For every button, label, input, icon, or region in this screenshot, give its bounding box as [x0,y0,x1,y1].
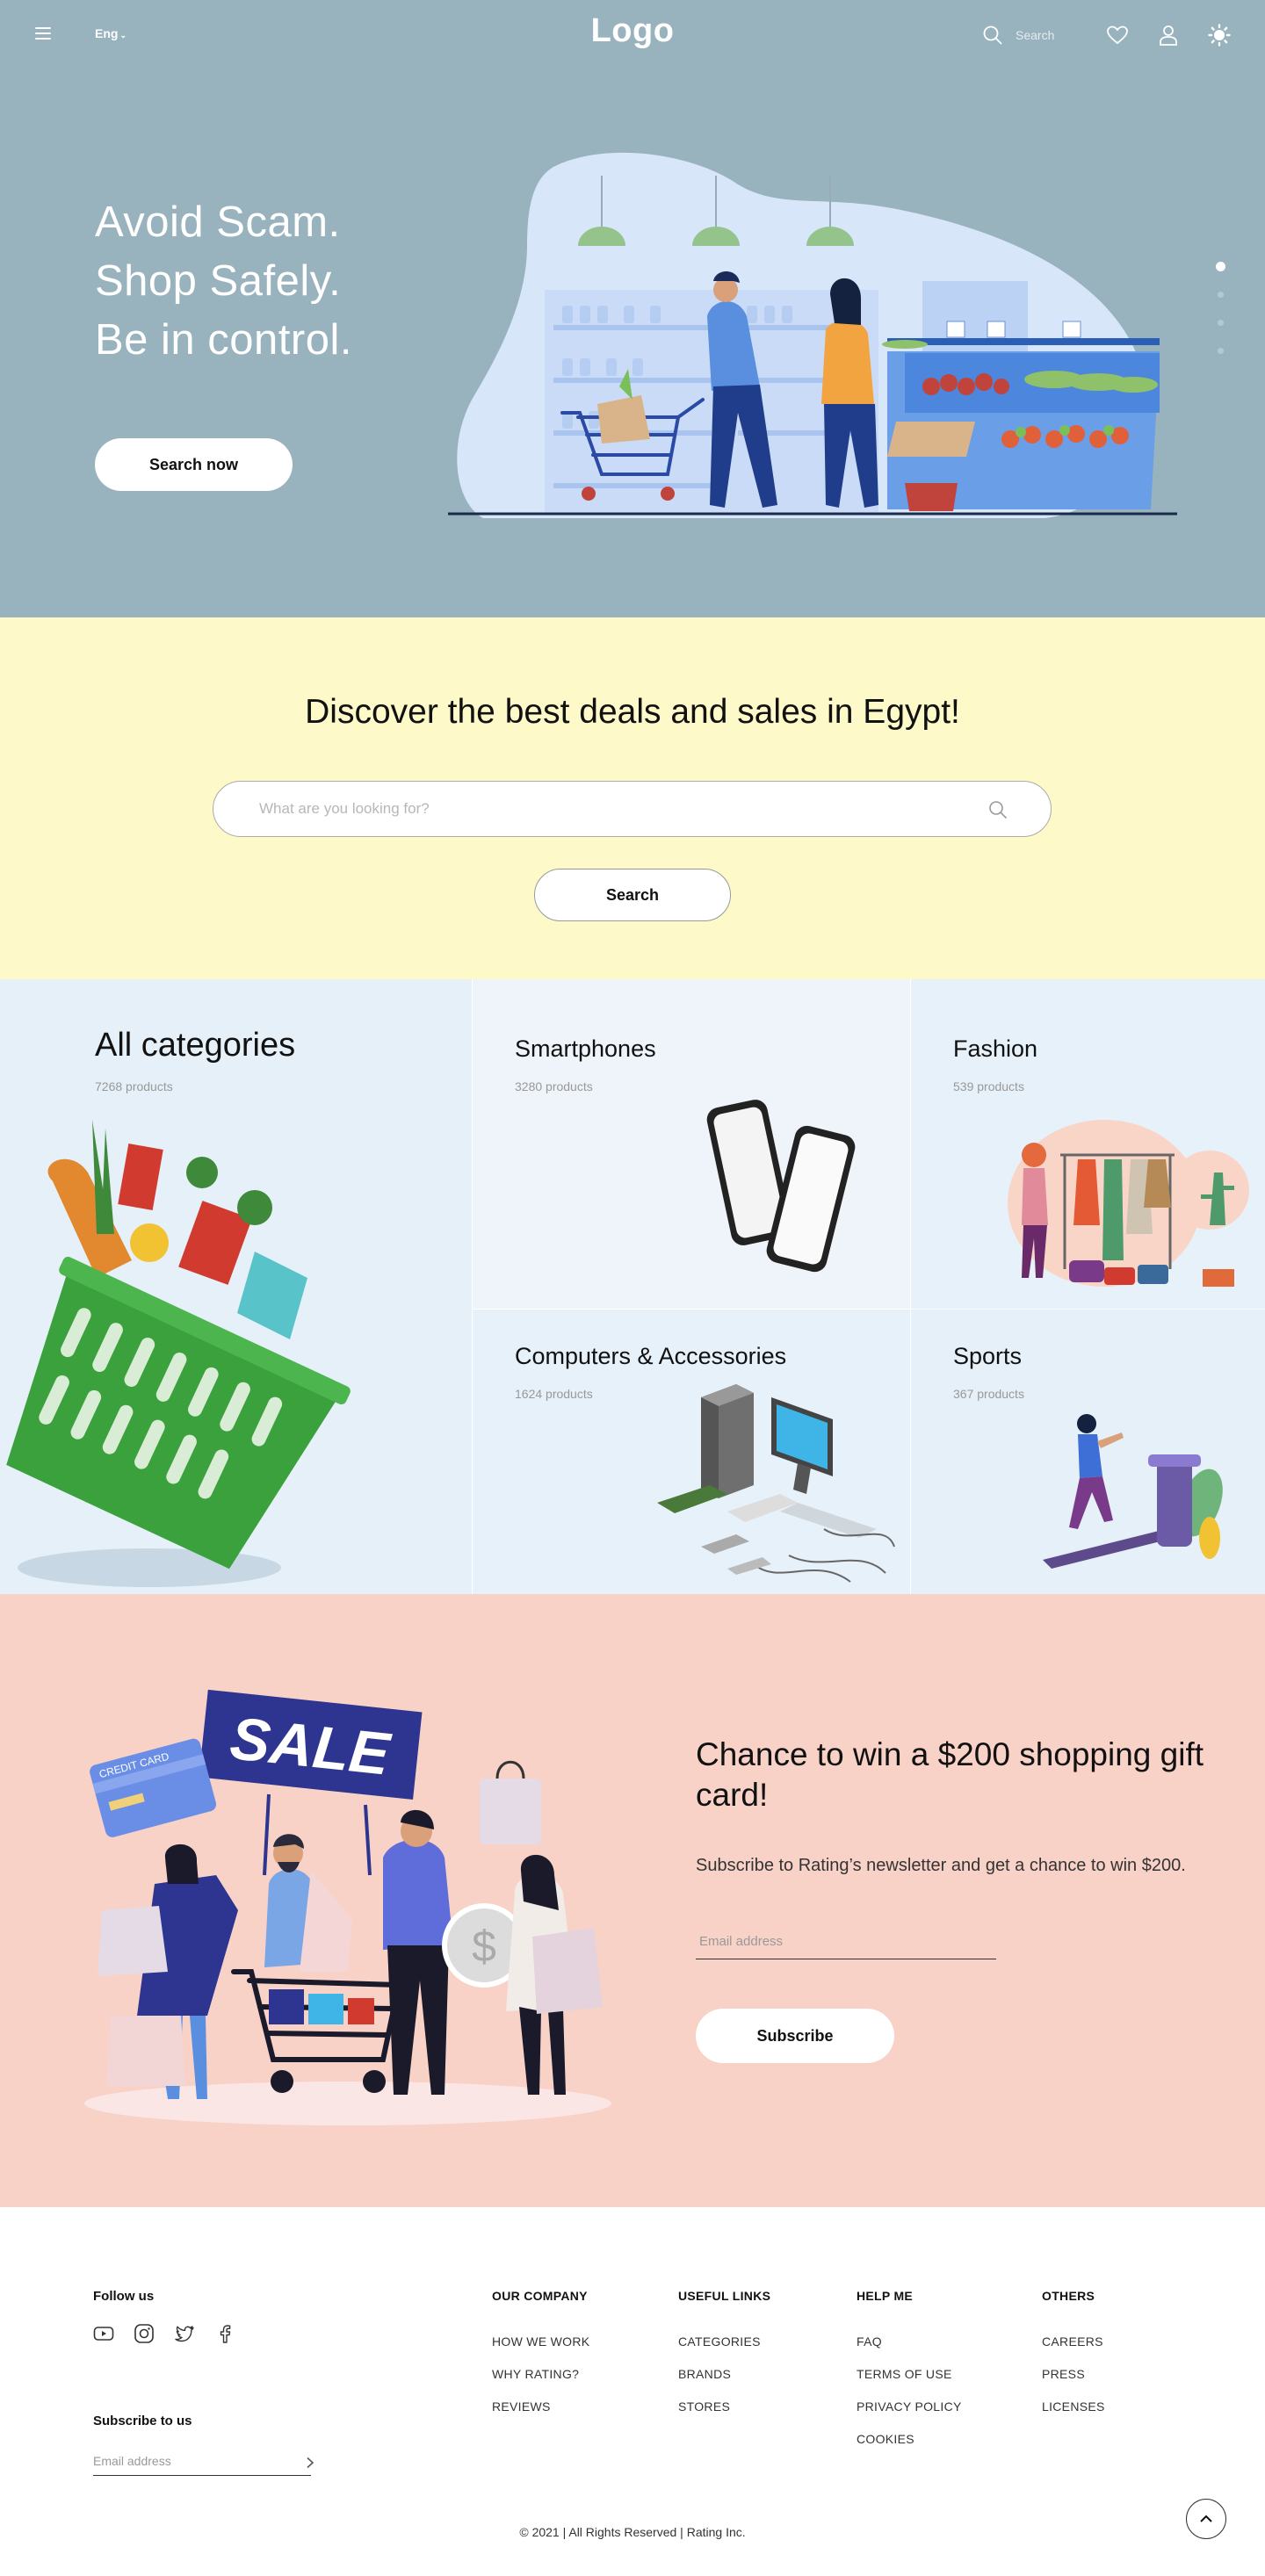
logo-text[interactable]: Logo [591,12,675,49]
search-icon [983,25,1002,45]
category-name: Smartphones [515,1035,656,1062]
category-name: Fashion [953,1035,1038,1062]
hero-headline: Avoid Scam. Shop Safely. Be in control. [95,193,352,370]
header-search-placeholder: Search [1016,28,1055,42]
theme-toggle-icon[interactable] [1207,23,1232,47]
facebook-icon[interactable] [214,2323,235,2344]
footer-link[interactable]: COOKIES [857,2423,962,2456]
user-icon[interactable] [1156,23,1181,47]
follow-us-title: Follow us [93,2289,155,2304]
category-card-smartphones[interactable]: Smartphones 3280 products [473,979,910,1309]
promo-email-input[interactable] [696,1924,996,1959]
subscribe-button[interactable]: Subscribe [696,2009,894,2063]
promo-title: Chance to win a $200 shopping gift card! [696,1736,1204,1813]
footer-link[interactable]: CAREERS [1042,2326,1105,2358]
grocery-basket-illustration [6,1120,351,1587]
header-search[interactable]: Search [982,23,1081,47]
hero-line-1: Avoid Scam. [95,198,341,246]
newsletter-promo-section: SALE CREDIT CARD $ Chance to win a $200 … [0,1594,1265,2207]
category-name: Sports [953,1343,1023,1369]
footer-link[interactable]: WHY RATING? [492,2358,589,2391]
chevron-up-icon [1200,2515,1212,2522]
category-count: 539 products [953,1079,1024,1093]
category-count: 3280 products [515,1079,593,1093]
deals-search-button[interactable]: Search [534,869,731,921]
category-count: 7268 products [95,1079,173,1093]
heart-icon[interactable] [1105,23,1130,47]
footer-column-title: OUR COMPANY [492,2289,588,2303]
menu-icon[interactable] [33,25,54,42]
footer-column-our-company: OUR COMPANY HOW WE WORK WHY RATING? REVI… [492,2289,589,2423]
footer-column-title: OTHERS [1042,2289,1095,2303]
footer: Follow us Subscribe to us OUR COMPANY HO… [0,2207,1265,2576]
deals-search-box [213,781,1052,837]
category-card-all[interactable]: All categories 7268 products [0,979,472,1594]
language-label: Eng [95,26,119,40]
social-links [93,2323,235,2344]
carousel-dot[interactable] [1218,320,1224,326]
footer-link[interactable]: LICENSES [1042,2391,1105,2423]
top-header: Eng ⌄ Logo Search [0,0,1265,70]
category-count: 1624 products [515,1387,593,1401]
category-card-sports[interactable]: Sports 367 products [911,1310,1265,1594]
categories-section: All categories 7268 products Smartphones… [0,979,1265,1594]
footer-column-help-me: HELP ME FAQ TERMS OF USE PRIVACY POLICY … [857,2289,962,2456]
footer-column-others: OTHERS CAREERS PRESS LICENSES [1042,2289,1105,2423]
youtube-icon[interactable] [93,2323,114,2344]
supermarket-illustration [448,152,1177,518]
search-icon[interactable] [987,799,1008,820]
smartphones-illustration [706,1100,856,1273]
footer-column-useful-links: USEFUL LINKS CATEGORIES BRANDS STORES [678,2289,770,2423]
treadmill-illustration [1043,1414,1223,1569]
subscribe-us-title: Subscribe to us [93,2414,192,2428]
svg-text:$: $ [472,1922,496,1971]
hero-section: Eng ⌄ Logo Search Avoid Scam. Shop Safely… [0,0,1265,617]
footer-link[interactable]: REVIEWS [492,2391,589,2423]
deals-search-input[interactable] [259,782,962,836]
footer-link[interactable]: STORES [678,2391,770,2423]
search-now-button[interactable]: Search now [95,438,293,491]
footer-link[interactable]: HOW WE WORK [492,2326,589,2358]
deals-section: Discover the best deals and sales in Egy… [0,617,1265,979]
footer-link[interactable]: BRANDS [678,2358,770,2391]
language-selector[interactable]: Eng ⌄ [95,26,126,40]
carousel-dot[interactable] [1218,348,1224,354]
carousel-dot[interactable] [1216,262,1225,271]
category-count: 367 products [953,1387,1024,1401]
instagram-icon[interactable] [134,2323,155,2344]
category-card-fashion[interactable]: Fashion 539 products [911,979,1265,1309]
computers-illustration [657,1384,895,1583]
promo-description: Subscribe to Rating’s newsletter and get… [696,1856,1186,1875]
chevron-right-icon[interactable] [304,2457,316,2469]
footer-link[interactable]: CATEGORIES [678,2326,770,2358]
footer-link[interactable]: PRESS [1042,2358,1105,2391]
category-name: Computers & Accessories [515,1343,787,1369]
fashion-illustration [1008,1120,1249,1287]
carousel-dot[interactable] [1218,292,1224,298]
footer-link[interactable]: TERMS OF USE [857,2358,962,2391]
footer-column-title: USEFUL LINKS [678,2289,771,2303]
back-to-top-button[interactable] [1186,2499,1226,2539]
hero-line-2: Shop Safely. [95,257,342,305]
footer-email-input[interactable] [93,2446,311,2476]
sale-shoppers-illustration: SALE CREDIT CARD $ [84,1689,611,2125]
category-name: All categories [95,1027,296,1064]
copyright-text: © 2021 | All Rights Reserved | Rating In… [519,2525,746,2539]
footer-link[interactable]: PRIVACY POLICY [857,2391,962,2423]
category-card-computers-accessories[interactable]: Computers & Accessories 1624 products [473,1310,910,1594]
chevron-down-icon: ⌄ [119,31,126,40]
hero-line-3: Be in control. [95,316,352,364]
footer-column-title: HELP ME [857,2289,914,2303]
footer-link[interactable]: FAQ [857,2326,962,2358]
twitter-icon[interactable] [174,2323,195,2344]
deals-title: Discover the best deals and sales in Egy… [305,693,960,731]
